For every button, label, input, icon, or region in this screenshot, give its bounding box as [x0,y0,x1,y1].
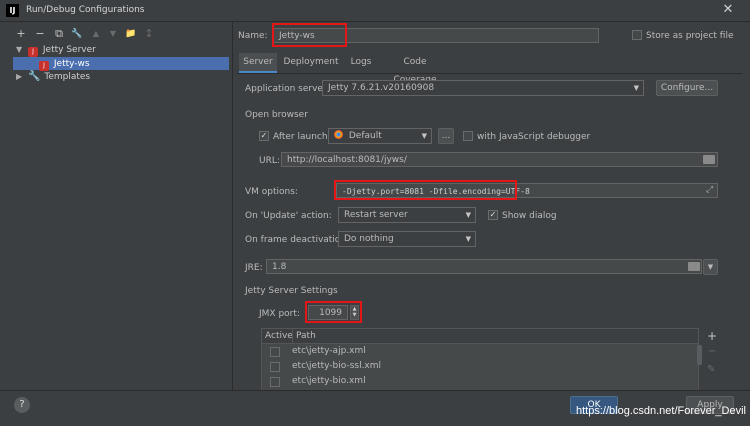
tab-separator [237,73,742,74]
table-row[interactable]: etc\jetty-ajp.xml [262,344,698,359]
row-active-checkbox[interactable] [270,377,280,387]
highlight-box [272,23,347,47]
on-update-label: On 'Update' action: [245,211,332,221]
browser-select[interactable]: Default ▼ [328,128,432,144]
move-up-icon[interactable]: ▲ [89,27,103,41]
store-project-label: Store as project file [646,31,734,41]
wrench-icon[interactable]: 🔧 [70,27,84,41]
tab-deployment[interactable]: Deployment [282,53,340,71]
browser-value: Default [348,131,382,141]
wrench-icon: 🔧 [28,71,41,82]
vm-options-label: VM options: [245,187,298,197]
tree-item-label: Jetty Server [42,45,96,55]
copy-icon[interactable]: ⧉ [52,27,66,41]
table-header: Active Path [262,329,698,344]
chevron-down-icon: ▼ [421,132,427,140]
row-active-checkbox[interactable] [270,347,280,357]
store-project-checkbox[interactable] [632,30,642,40]
tree-item-label: Jetty-ws [53,59,90,69]
configure-button[interactable]: Configure... [656,80,718,96]
window-title: Run/Debug Configurations [26,5,145,15]
chevron-down-icon[interactable]: ▼ [16,45,22,54]
folder-icon[interactable] [703,155,715,164]
app-server-select[interactable]: Jetty 7.6.21.v20160908 ▼ [322,80,644,96]
row-path: etc\jetty-ajp.xml [292,346,366,356]
highlight-box [334,180,517,200]
url-input[interactable]: http://localhost:8081/jyws/ [281,152,718,167]
after-launch-checkbox[interactable]: ✓ [259,131,269,141]
tab-logs[interactable]: Logs [346,53,376,71]
watermark-text: https://blog.csdn.net/Forever_Devil [576,405,746,417]
jre-input[interactable]: 1.8 [266,259,702,274]
on-frame-value: Do nothing [344,234,394,244]
after-launch-label: After launch [273,132,328,142]
row-path: etc\jetty-bio-ssl.xml [292,361,382,371]
jre-dropdown-button[interactable]: ▼ [703,259,718,275]
remove-icon[interactable]: − [33,27,47,41]
help-icon[interactable]: ? [14,397,30,413]
tab-code-coverage[interactable]: Code Coverage [382,53,448,85]
tree-item-jetty-server[interactable]: ▼ J Jetty Server [16,43,96,57]
open-browser-label: Open browser [245,110,308,120]
column-header-active[interactable]: Active [265,329,293,343]
edit-icon[interactable]: ✎ [707,364,715,375]
show-dialog-label: Show dialog [502,211,557,221]
js-debugger-checkbox[interactable] [463,131,473,141]
browser-more-button[interactable]: ... [438,128,454,144]
highlight-box [305,301,362,323]
on-frame-select[interactable]: Do nothing ▼ [338,231,476,247]
column-header-path[interactable]: Path [296,329,316,343]
remove-icon[interactable]: − [708,346,716,357]
add-icon[interactable]: + [14,27,28,41]
table-row[interactable]: etc\jetty-bio.xml [262,374,698,389]
tree-item-jetty-ws[interactable]: J Jetty-ws [39,57,90,71]
row-path: etc\jetty-bio.xml [292,376,366,386]
table-row[interactable]: etc\jetty-bio-ssl.xml [262,359,698,374]
tree-item-label: Templates [44,72,91,82]
chevron-down-icon: ▼ [465,235,471,243]
name-label: Name: [238,31,268,41]
on-frame-label: On frame deactivation: [245,235,350,245]
jetty-settings-label: Jetty Server Settings [245,286,338,296]
jmx-port-label: JMX port: [259,309,300,319]
chevron-down-icon: ▼ [633,84,639,92]
tab-server[interactable]: Server [239,53,277,73]
table-scrollbar[interactable] [697,345,702,365]
jetty-icon: J [28,47,39,57]
row-active-checkbox[interactable] [270,362,280,372]
chrome-icon [334,130,343,139]
app-icon: IJ [6,4,19,17]
config-files-table: Active Path etc\jetty-ajp.xml etc\jetty-… [261,328,699,392]
on-update-value: Restart server [344,210,408,220]
js-debugger-label: with JavaScript debugger [477,132,591,142]
show-dialog-checkbox[interactable]: ✓ [488,210,498,220]
tree-item-templates[interactable]: ▶ 🔧 Templates [16,70,90,84]
jre-label: JRE: [245,263,263,273]
sort-icon[interactable]: ↕ [142,27,156,41]
add-icon[interactable]: + [707,329,717,343]
chevron-down-icon: ▼ [465,211,471,219]
move-down-icon[interactable]: ▼ [106,27,120,41]
folder-icon[interactable]: 📁 [124,27,138,41]
chevron-right-icon[interactable]: ▶ [16,72,22,81]
folder-icon[interactable] [688,262,700,271]
url-label: URL: [259,156,280,166]
close-icon[interactable]: ✕ [718,1,738,19]
app-server-value: Jetty 7.6.21.v20160908 [328,83,435,93]
app-server-label: Application server: [245,84,330,94]
expand-icon[interactable]: ⤢ [706,185,713,195]
on-update-select[interactable]: Restart server ▼ [338,207,476,223]
